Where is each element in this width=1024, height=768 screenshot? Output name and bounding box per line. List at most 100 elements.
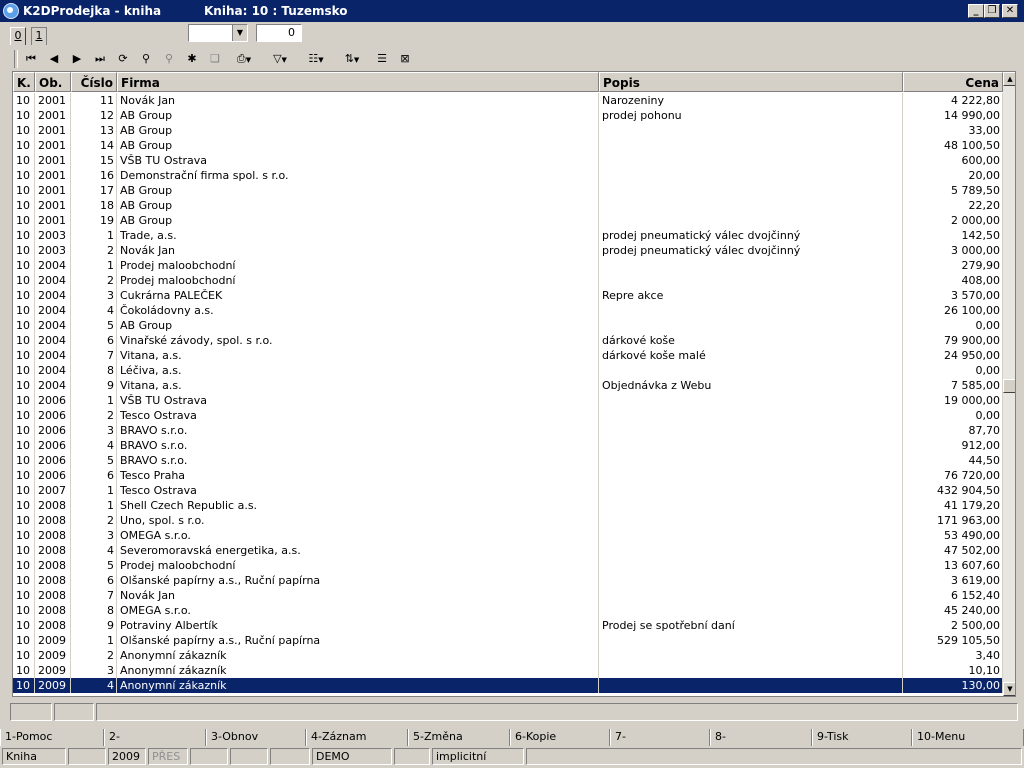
refresh-icon[interactable]: ⟳ bbox=[114, 50, 132, 68]
table-row[interactable]: 10 2001 19 AB Group 2 000,00 bbox=[13, 213, 1003, 228]
fkey-6-copy[interactable]: 6-Kopie bbox=[510, 729, 610, 746]
title-bar[interactable]: K2DProdejka - kniha Kniha: 10 : Tuzemsko… bbox=[0, 0, 1024, 22]
table-row[interactable]: 10 2004 5 AB Group 0,00 bbox=[13, 318, 1003, 333]
scroll-down-icon[interactable]: ▼ bbox=[1003, 682, 1015, 696]
new-record-icon[interactable]: ✱ bbox=[183, 50, 201, 68]
table-row[interactable]: 10 2009 4 Anonymní zákazník 130,00 bbox=[13, 678, 1003, 693]
table-row[interactable]: 10 2001 13 AB Group 33,00 bbox=[13, 123, 1003, 138]
table-row[interactable]: 10 2003 1 Trade, a.s. prodej pneumatický vál… bbox=[13, 228, 1003, 243]
table-row[interactable]: 10 2009 1 Olšanské papírny a.s., Ruční papí… bbox=[13, 633, 1003, 648]
table-row[interactable]: 10 2004 1 Prodej maloobchodní 279,90 bbox=[13, 258, 1003, 273]
table-row[interactable]: 10 2004 3 Cukrárna PALEČEK Repre akce 3 570,0… bbox=[13, 288, 1003, 303]
sort-icon[interactable]: ⇅▼ bbox=[337, 50, 367, 68]
cell-k: 10 bbox=[13, 633, 35, 648]
table-row[interactable]: 10 2004 4 Čokoládovny a.s. 26 100,00 bbox=[13, 303, 1003, 318]
table-row[interactable]: 10 2001 16 Demonstrační firma spol. s r.o. 2… bbox=[13, 168, 1003, 183]
table-row[interactable]: 10 2006 6 Tesco Praha 76 720,00 bbox=[13, 468, 1003, 483]
fkey-7[interactable]: 7- bbox=[610, 729, 710, 746]
table-row[interactable]: 10 2004 6 Vinařské závody, spol. s r.o. dárk… bbox=[13, 333, 1003, 348]
copy-record-icon[interactable]: ❏ bbox=[206, 50, 224, 68]
column-header-cena[interactable]: Cena bbox=[903, 72, 1003, 92]
table-row[interactable]: 10 2008 6 Olšanské papírny a.s., Ruční papí… bbox=[13, 573, 1003, 588]
vertical-scrollbar[interactable]: ▲ ▼ bbox=[1003, 72, 1015, 696]
fkey-5-edit[interactable]: 5-Změna bbox=[408, 729, 510, 746]
cell-popis: Repre akce bbox=[599, 288, 903, 303]
fkey-9-print[interactable]: 9-Tisk bbox=[812, 729, 912, 746]
cell-popis bbox=[599, 483, 903, 498]
app-icon[interactable] bbox=[3, 3, 19, 19]
close-icon[interactable]: ✕ bbox=[1002, 4, 1018, 18]
toolbar-grip[interactable] bbox=[14, 50, 18, 68]
table-row[interactable]: 10 2006 3 BRAVO s.r.o. 87,70 bbox=[13, 423, 1003, 438]
cell-cislo: 13 bbox=[71, 123, 117, 138]
table-row[interactable]: 10 2008 7 Novák Jan 6 152,40 bbox=[13, 588, 1003, 603]
cell-popis bbox=[599, 513, 903, 528]
table-row[interactable]: 10 2008 5 Prodej maloobchodní 13 607,60 bbox=[13, 558, 1003, 573]
tab-0[interactable]: 0 bbox=[10, 27, 26, 45]
export-excel-icon[interactable]: ⊠ bbox=[396, 50, 414, 68]
cell-cislo: 5 bbox=[71, 318, 117, 333]
find-next-icon[interactable]: ⚲ bbox=[160, 50, 178, 68]
table-row[interactable]: 10 2001 14 AB Group 48 100,50 bbox=[13, 138, 1003, 153]
table-row[interactable]: 10 2008 2 Uno, spol. s r.o. 171 963,00 bbox=[13, 513, 1003, 528]
table-row[interactable]: 10 2003 2 Novák Jan prodej pneumatický válec… bbox=[13, 243, 1003, 258]
table-row[interactable]: 10 2006 2 Tesco Ostrava 0,00 bbox=[13, 408, 1003, 423]
book-title: Kniha: 10 : Tuzemsko bbox=[204, 4, 348, 18]
chevron-down-icon[interactable]: ▼ bbox=[232, 25, 247, 41]
table-row[interactable]: 10 2006 1 VŠB TU Ostrava 19 000,00 bbox=[13, 393, 1003, 408]
table-row[interactable]: 10 2004 9 Vitana, a.s. Objednávka z Webu 7 58… bbox=[13, 378, 1003, 393]
cell-cena: 44,50 bbox=[903, 453, 1003, 468]
tree-view-icon[interactable]: ☰ bbox=[373, 50, 391, 68]
fkey-3-refresh[interactable]: 3-Obnov bbox=[206, 729, 306, 746]
table-row[interactable]: 10 2004 8 Léčiva, a.s. 0,00 bbox=[13, 363, 1003, 378]
tab-1[interactable]: 1 bbox=[31, 27, 47, 45]
table-row[interactable]: 10 2004 2 Prodej maloobchodní 408,00 bbox=[13, 273, 1003, 288]
table-row[interactable]: 10 2007 1 Tesco Ostrava 432 904,50 bbox=[13, 483, 1003, 498]
restore-icon[interactable]: ❐ bbox=[984, 4, 1000, 18]
table-row[interactable]: 10 2004 7 Vitana, a.s. dárkové koše malé 24 9… bbox=[13, 348, 1003, 363]
column-header-cislo[interactable]: Číslo bbox=[71, 72, 117, 92]
column-header-popis[interactable]: Popis bbox=[599, 72, 903, 92]
fkey-8[interactable]: 8- bbox=[710, 729, 812, 746]
scroll-up-icon[interactable]: ▲ bbox=[1003, 72, 1015, 86]
table-row[interactable]: 10 2006 5 BRAVO s.r.o. 44,50 bbox=[13, 453, 1003, 468]
table-row[interactable]: 10 2001 18 AB Group 22,20 bbox=[13, 198, 1003, 213]
columns-icon[interactable]: ☷▼ bbox=[301, 50, 331, 68]
table-row[interactable]: 10 2001 11 Novák Jan Narozeniny 4 222,80 bbox=[13, 93, 1003, 108]
cell-k: 10 bbox=[13, 573, 35, 588]
cell-cislo: 3 bbox=[71, 663, 117, 678]
cell-cislo: 15 bbox=[71, 153, 117, 168]
cell-cena: 3 000,00 bbox=[903, 243, 1003, 258]
fkey-10-menu[interactable]: 10-Menu bbox=[912, 729, 1024, 746]
column-header-firma[interactable]: Firma bbox=[117, 72, 599, 92]
print-icon[interactable]: ⎙▼ bbox=[229, 50, 259, 68]
table-row[interactable]: 10 2006 4 BRAVO s.r.o. 912,00 bbox=[13, 438, 1003, 453]
fkey-4-record[interactable]: 4-Záznam bbox=[306, 729, 408, 746]
number-input[interactable]: 0 bbox=[256, 24, 302, 42]
minimize-icon[interactable]: _ bbox=[968, 4, 984, 18]
last-record-icon[interactable]: ⏭ bbox=[91, 50, 109, 68]
fkey-1-help[interactable]: 1-Pomoc bbox=[0, 729, 104, 746]
data-grid[interactable]: K. Ob. Číslo Firma Popis Cena 10 2001 11 No… bbox=[12, 71, 1016, 697]
table-row[interactable]: 10 2009 2 Anonymní zákazník 3,40 bbox=[13, 648, 1003, 663]
table-row[interactable]: 10 2001 12 AB Group prodej pohonu 14 990,00 bbox=[13, 108, 1003, 123]
column-header-ob[interactable]: Ob. bbox=[35, 72, 71, 92]
column-header-k[interactable]: K. bbox=[13, 72, 35, 92]
prev-record-icon[interactable]: ◀ bbox=[45, 50, 63, 68]
next-record-icon[interactable]: ▶ bbox=[68, 50, 86, 68]
table-row[interactable]: 10 2009 3 Anonymní zákazník 10,10 bbox=[13, 663, 1003, 678]
table-row[interactable]: 10 2008 9 Potraviny Albertík Prodej se spotř… bbox=[13, 618, 1003, 633]
cell-firma: VŠB TU Ostrava bbox=[117, 393, 599, 408]
filter-icon[interactable]: ▽▼ bbox=[265, 50, 295, 68]
filter-combo[interactable]: ▼ bbox=[188, 24, 248, 42]
scroll-thumb[interactable] bbox=[1003, 379, 1015, 393]
table-row[interactable]: 10 2001 17 AB Group 5 789,50 bbox=[13, 183, 1003, 198]
table-row[interactable]: 10 2008 3 OMEGA s.r.o. 53 490,00 bbox=[13, 528, 1003, 543]
table-row[interactable]: 10 2008 8 OMEGA s.r.o. 45 240,00 bbox=[13, 603, 1003, 618]
first-record-icon[interactable]: ⏮ bbox=[22, 50, 40, 68]
table-row[interactable]: 10 2008 1 Shell Czech Republic a.s. 41 179,2… bbox=[13, 498, 1003, 513]
table-row[interactable]: 10 2008 4 Severomoravská energetika, a.s. 47… bbox=[13, 543, 1003, 558]
table-row[interactable]: 10 2001 15 VŠB TU Ostrava 600,00 bbox=[13, 153, 1003, 168]
find-icon[interactable]: ⚲ bbox=[137, 50, 155, 68]
fkey-2[interactable]: 2- bbox=[104, 729, 206, 746]
